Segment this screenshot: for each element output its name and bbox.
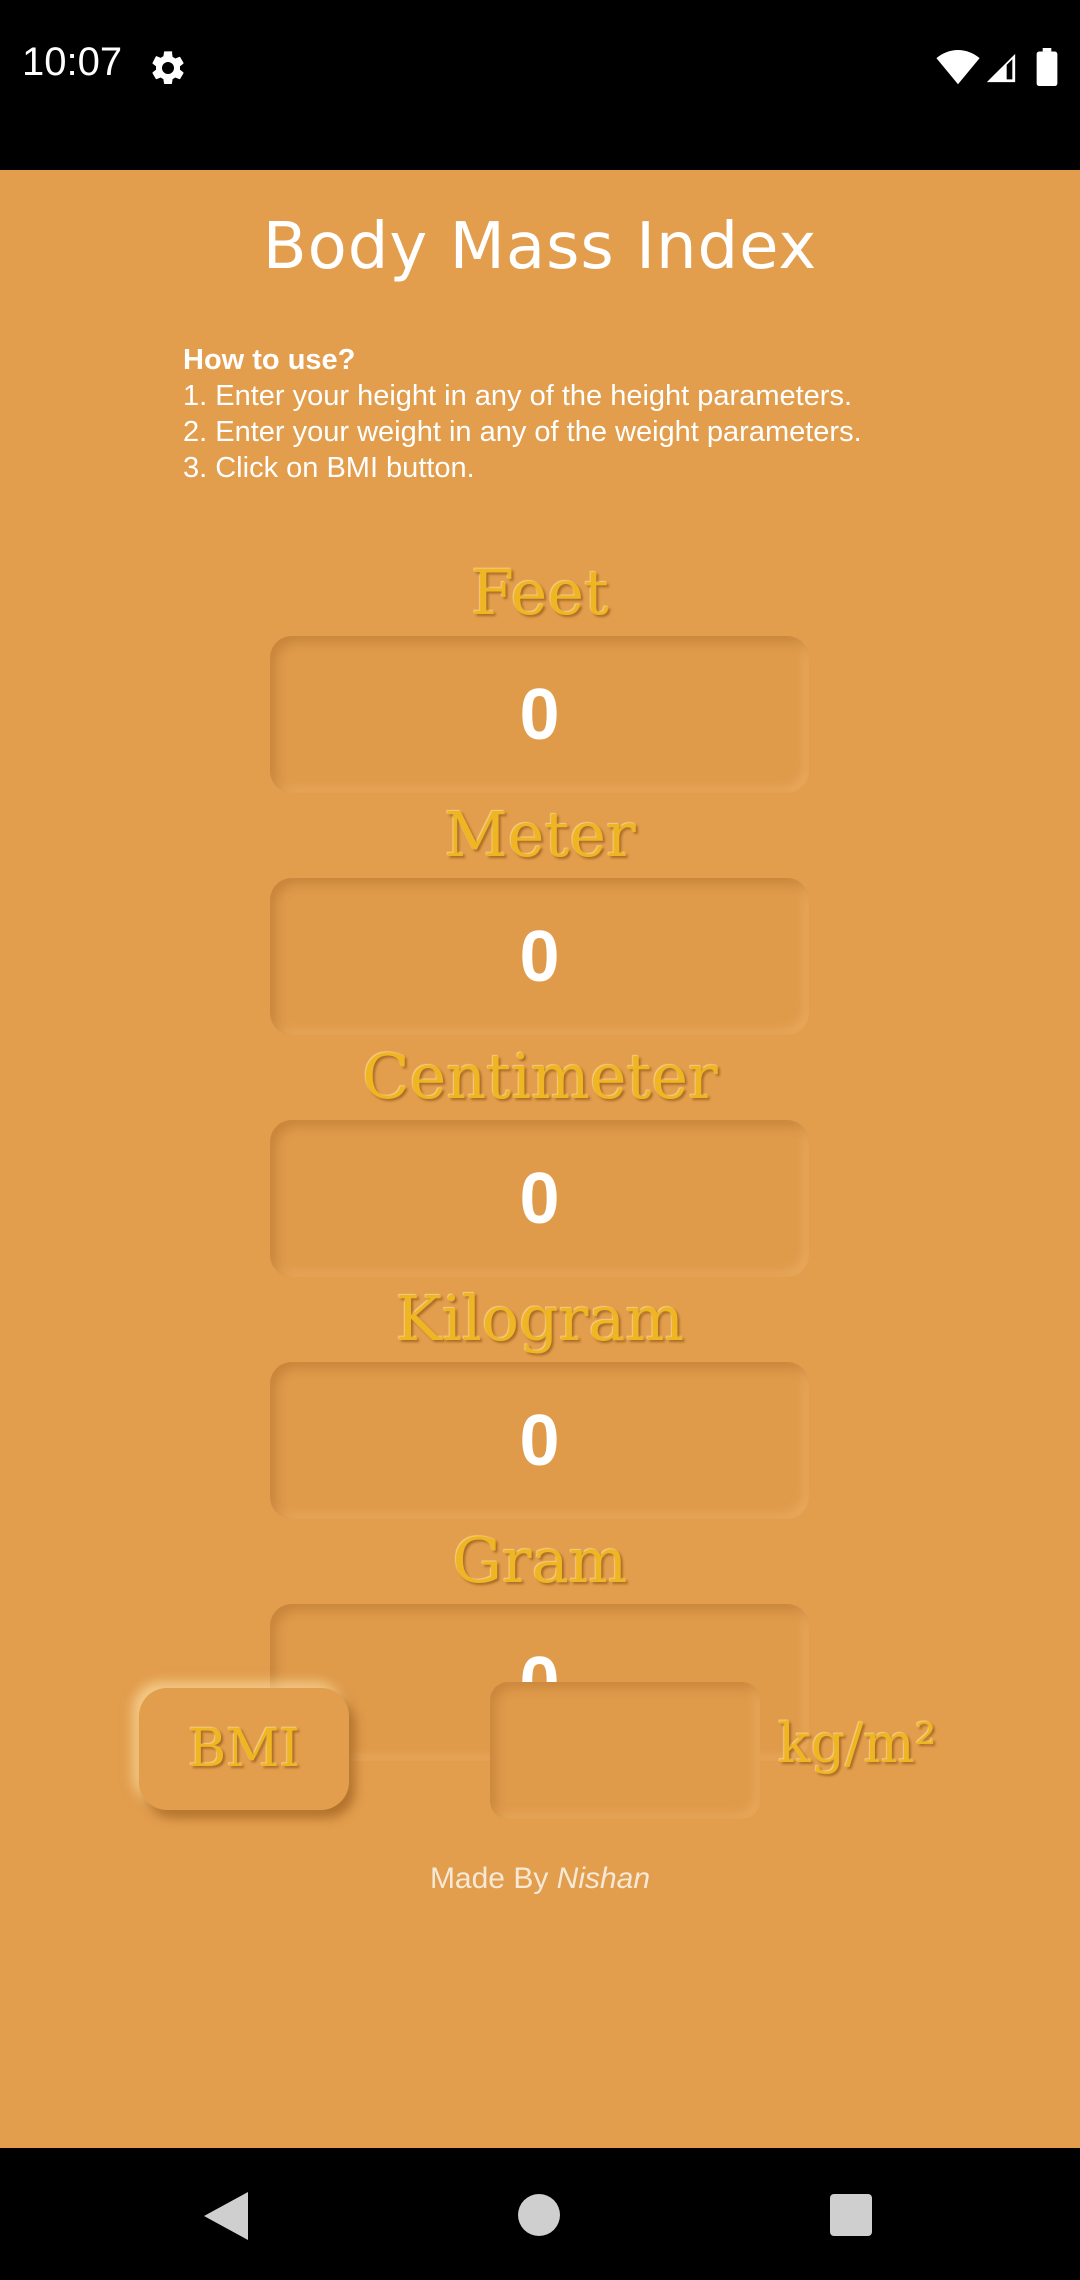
footer-credit: Made By Nishan: [0, 1862, 1080, 1896]
centimeter-label: Centimeter: [362, 1040, 718, 1113]
back-icon[interactable]: [204, 2192, 248, 2240]
status-time: 10:07: [22, 40, 123, 84]
feet-input[interactable]: 0: [270, 636, 809, 793]
footer-prefix: Made By: [429, 1862, 549, 1895]
feet-label: Feet: [471, 556, 609, 629]
bmi-result-field: [490, 1682, 760, 1819]
battery-icon: [1036, 48, 1058, 86]
wifi-icon: [936, 50, 980, 85]
bmi-unit-label: kg/m²: [778, 1712, 937, 1775]
gram-label: Gram: [452, 1524, 628, 1597]
navigation-bar: [0, 2148, 1080, 2280]
home-icon[interactable]: [518, 2194, 560, 2236]
page-title: Body Mass Index: [262, 210, 818, 284]
instructions: How to use? 1. Enter your height in any …: [183, 342, 983, 486]
signal-icon: [986, 53, 1016, 83]
kilogram-label: Kilogram: [395, 1282, 685, 1355]
status-bar: 10:07: [0, 0, 1080, 170]
meter-label: Meter: [444, 798, 636, 871]
gear-icon: [152, 51, 184, 84]
bmi-button[interactable]: BMI: [139, 1688, 349, 1810]
kilogram-input[interactable]: 0: [270, 1362, 809, 1519]
instruction-step: 1. Enter your height in any of the heigh…: [183, 380, 853, 412]
main-content: Body Mass Index How to use? 1. Enter you…: [0, 170, 1080, 2148]
footer-author: Nishan: [556, 1862, 651, 1895]
centimeter-input[interactable]: 0: [270, 1120, 809, 1277]
recents-icon[interactable]: [830, 2194, 872, 2236]
instructions-heading: How to use?: [183, 344, 356, 376]
meter-input[interactable]: 0: [270, 878, 809, 1035]
instruction-step: 3. Click on BMI button.: [183, 452, 475, 484]
instruction-step: 2. Enter your weight in any of the weigh…: [183, 416, 862, 448]
